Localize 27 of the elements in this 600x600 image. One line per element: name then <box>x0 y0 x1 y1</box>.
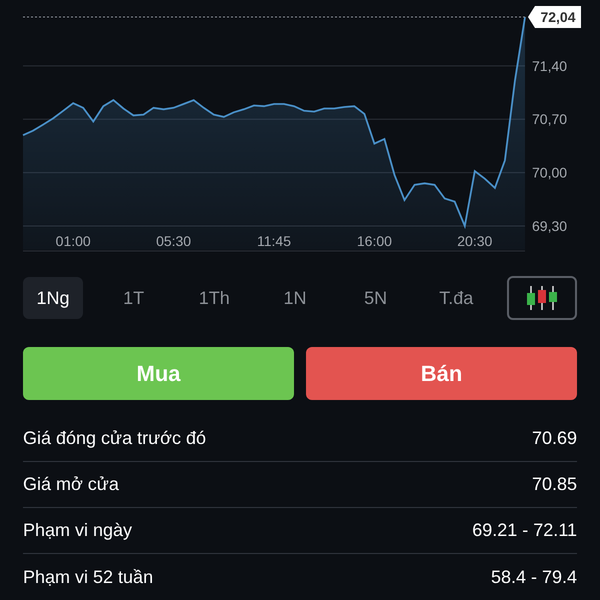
stat-label: Giá đóng cửa trước đó <box>23 427 206 450</box>
candlestick-icon <box>524 285 559 311</box>
stat-value: 70.85 <box>532 473 577 496</box>
sell-button[interactable]: Bán <box>306 347 577 400</box>
y-axis-label: 71,40 <box>532 58 568 74</box>
x-axis-label: 20:30 <box>457 233 492 249</box>
x-axis-label: 01:00 <box>56 233 91 249</box>
price-tag: 72,04 <box>528 6 581 28</box>
x-axis-label: 16:00 <box>356 233 392 249</box>
y-axis-label: 69,30 <box>532 218 568 234</box>
stat-label: Giá mở cửa <box>23 473 119 496</box>
range-tab[interactable]: T.đa <box>426 277 486 319</box>
x-axis-label: 05:30 <box>156 233 192 249</box>
y-axis-label: 70,70 <box>532 111 568 128</box>
range-tab[interactable]: 1Th <box>184 277 244 319</box>
candlestick-button[interactable] <box>506 276 577 320</box>
stat-value: 58.4 - 79.4 <box>490 566 577 588</box>
y-axis-label: 70,00 <box>532 164 568 181</box>
range-tab[interactable]: 1N <box>264 277 325 319</box>
range-tab[interactable]: 1T <box>104 277 164 319</box>
stat-label: Phạm vi 52 tuần <box>23 566 154 588</box>
stat-value: 70.69 <box>532 427 577 450</box>
range-tab[interactable]: 1Ng <box>23 277 83 319</box>
x-axis-label: 11:45 <box>257 233 291 249</box>
stat-label: Phạm vi ngày <box>23 519 132 542</box>
stat-value: 69.21 - 72.11 <box>472 519 577 542</box>
range-tab[interactable]: 5N <box>346 277 406 319</box>
